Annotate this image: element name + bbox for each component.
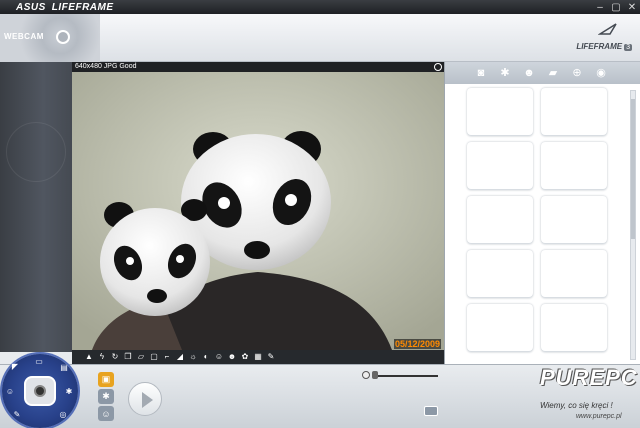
sun-icon[interactable]: ☼	[188, 352, 198, 362]
thumbnail-slot[interactable]	[541, 250, 607, 298]
emoticon-icon[interactable]: ☻	[227, 352, 237, 362]
left-panel	[0, 62, 72, 352]
timer-icon[interactable]: ↻	[110, 352, 120, 362]
snapshot-icon[interactable]: ◎	[58, 410, 68, 420]
tab-face-icon[interactable]: ☻	[521, 65, 537, 81]
date-overlay: 05/12/2009	[394, 339, 442, 349]
webcam-tab[interactable]: WEBCAM	[0, 14, 100, 62]
brand-lifeframe: LIFEFRAME	[51, 1, 114, 13]
lifeframe-version: 3	[624, 44, 632, 51]
thumbnail-slot[interactable]	[467, 196, 533, 244]
image-adjust-icon[interactable]: ▦	[253, 352, 263, 362]
effects-toolbar: ▲ ϟ ↻ ❐ ▱ ▢ ⌐ ◢ ☼ ◐ ☺ ☻ ✿ ▦ ✎	[72, 350, 444, 364]
face-mask-icon[interactable]: ☺	[214, 352, 224, 362]
film-icon[interactable]: ▤	[59, 363, 69, 373]
lifeframe-logo-text: LIFEFRAME	[576, 42, 623, 51]
thumbnail-slot[interactable]	[467, 142, 533, 190]
crop-icon[interactable]: ⌐	[162, 352, 172, 362]
minimize-button[interactable]: –	[592, 0, 608, 14]
thumbnail-slot[interactable]	[541, 304, 607, 352]
window-controls: – ▢ ✕	[592, 0, 640, 14]
panda-mask-small	[100, 199, 210, 316]
effects-icon[interactable]: ✎	[12, 410, 22, 420]
tab-video-icon[interactable]: ▰	[545, 65, 561, 81]
frame-icon[interactable]: ▢	[149, 352, 159, 362]
brand-asus: ASUS	[16, 1, 46, 13]
brightness-ramp-icon[interactable]: ◢	[175, 352, 185, 362]
close-button[interactable]: ✕	[624, 0, 640, 14]
zoom-icon	[362, 371, 370, 379]
multi-frame-icon[interactable]: ❐	[123, 352, 133, 362]
tab-gear-icon[interactable]: ✱	[497, 65, 513, 81]
settings-mode-button[interactable]: ✱	[98, 389, 114, 404]
thumbnail-slot[interactable]	[541, 196, 607, 244]
play-button[interactable]	[128, 382, 162, 416]
purepc-watermark: PUREPC Wiemy, co się kręci ! www.purepc.…	[540, 365, 638, 423]
landscape-icon[interactable]: ▲	[84, 352, 94, 362]
decorative-swirl	[6, 122, 66, 182]
preview-info-bar: 640x480 JPG Good	[72, 62, 444, 72]
camera-feed-image	[72, 72, 444, 350]
thumbnail-slot[interactable]	[467, 304, 533, 352]
maximize-button[interactable]: ▢	[608, 0, 624, 14]
gallery-tabs: ◙ ✱ ☻ ▰ ⊕ ◉	[444, 62, 640, 84]
webcam-label: WEBCAM	[4, 32, 44, 41]
lifeframe-logo-icon	[598, 23, 617, 35]
pointer-icon[interactable]: ◤	[10, 362, 20, 372]
camera-lens-icon	[34, 385, 46, 397]
open-folder-button[interactable]	[424, 406, 438, 416]
zoom-slider-handle[interactable]	[372, 371, 378, 379]
scrollbar-thumb[interactable]	[631, 99, 635, 239]
title-bar: ASUS LIFEFRAME – ▢ ✕	[0, 0, 640, 14]
color-icon[interactable]: ✿	[240, 352, 250, 362]
header: WEBCAM LIFEFRAME 3	[0, 14, 640, 62]
watermark-site: www.purepc.pl	[576, 413, 622, 420]
zoom-slider[interactable]	[374, 375, 438, 377]
gallery-panel	[444, 84, 640, 364]
lifeframe-logo: LIFEFRAME 3	[576, 23, 632, 54]
dial-settings-icon[interactable]: ✱	[64, 387, 74, 397]
thumbnail-grid	[467, 88, 607, 352]
thumbnail-slot[interactable]	[467, 250, 533, 298]
tab-microphone-icon[interactable]: ⊕	[569, 65, 585, 81]
ruler-icon[interactable]: ▱	[136, 352, 146, 362]
camera-preview[interactable]: 05/12/2009	[72, 72, 444, 350]
contrast-icon[interactable]: ◐	[201, 352, 211, 362]
thumbnail-slot[interactable]	[541, 142, 607, 190]
tab-camera-icon[interactable]: ◙	[473, 65, 489, 81]
preview-close-icon[interactable]	[434, 63, 442, 71]
app-brand: ASUS LIFEFRAME	[16, 2, 114, 13]
camera-capture-icon[interactable]	[24, 376, 56, 406]
flash-icon[interactable]: ϟ	[97, 352, 107, 362]
wrench-icon[interactable]: ✎	[266, 352, 276, 362]
preview-info: 640x480 JPG Good	[75, 63, 137, 70]
gallery-scrollbar[interactable]	[630, 90, 636, 360]
record-mode-button[interactable]: ▣	[98, 372, 114, 387]
thumbnail-slot[interactable]	[541, 88, 607, 136]
webcam-indicator-icon	[56, 30, 70, 44]
watermark-slogan: Wiemy, co się kręci !	[540, 401, 613, 410]
tab-eye-icon[interactable]: ◉	[593, 65, 609, 81]
app-window: ASUS LIFEFRAME – ▢ ✕ WEBCAM LIFEFRAME 3 64…	[0, 0, 640, 428]
folder-icon[interactable]: ▭	[34, 357, 44, 367]
watermark-logo: PUREPC	[540, 365, 638, 390]
person-icon[interactable]: ☺	[5, 387, 15, 397]
mode-dial[interactable]: ◤ ▭ ▤ ☺ ✱ ✎ ◎	[2, 354, 78, 428]
thumbnail-slot[interactable]	[467, 88, 533, 136]
face-mode-button[interactable]: ☺	[98, 406, 114, 421]
